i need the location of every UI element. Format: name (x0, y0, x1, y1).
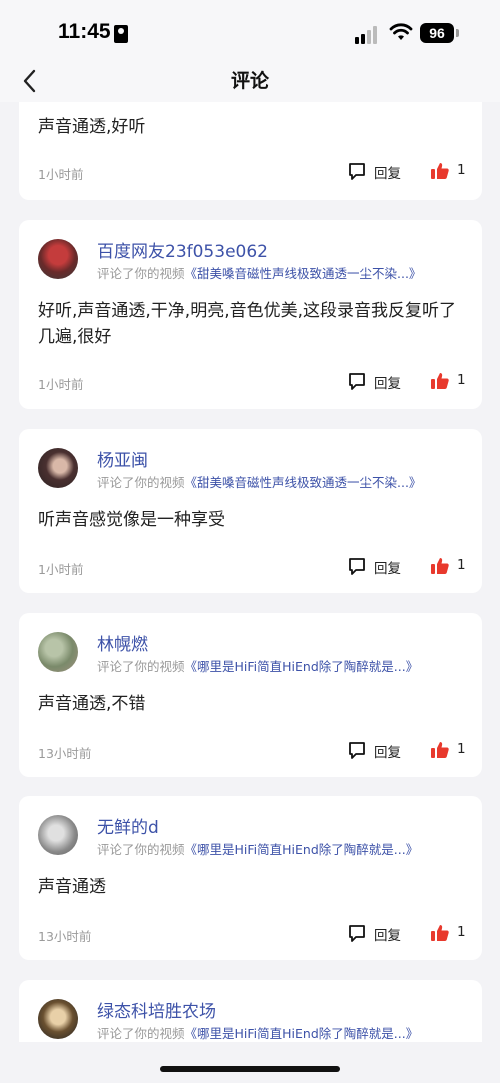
username[interactable]: 林幌燃 (97, 630, 148, 655)
comment-bubble-icon (349, 925, 365, 942)
comment-time: 1小时前 (38, 562, 84, 577)
comment-text: 声音通透,好听 (38, 117, 146, 137)
action-text: 评论了你的视频 (97, 659, 185, 674)
home-indicator[interactable] (160, 1066, 340, 1072)
contact-card-icon (114, 25, 128, 43)
battery-level: 96 (420, 23, 454, 43)
comment-card: 百度网友23f053e062 评论了你的视频《甜美嗓音磁性声线极致通透一尘不染.… (19, 220, 482, 409)
cellular-signal-icon (355, 26, 381, 44)
comment-card: 绿态科培胜农场 评论了你的视频《哪里是HiFi简直HiEnd除了陶醉就是...》 (19, 980, 482, 1042)
avatar[interactable] (38, 632, 78, 672)
reply-label: 回复 (374, 561, 401, 577)
video-link[interactable]: 《甜美嗓音磁性声线极致通透一尘不染...》 (185, 475, 422, 490)
page-title: 评论 (230, 70, 269, 92)
comment-bubble-icon (349, 163, 365, 180)
comment-time: 13小时前 (38, 746, 92, 761)
video-link[interactable]: 《哪里是HiFi简直HiEnd除了陶醉就是...》 (185, 659, 419, 674)
username[interactable]: 杨亚闽 (97, 446, 148, 471)
comment-bubble-icon (349, 373, 365, 390)
comment-context: 评论了你的视频《哪里是HiFi简直HiEnd除了陶醉就是...》 (97, 1023, 418, 1042)
comment-card: 声音通透,好听 1小时前 回复 1 (19, 102, 482, 200)
thumbs-up-icon (431, 925, 449, 941)
comment-bubble-icon (349, 742, 365, 759)
video-link[interactable]: 《甜美嗓音磁性声线极致通透一尘不染...》 (185, 266, 422, 281)
like-count: 1 (457, 741, 466, 757)
action-text: 评论了你的视频 (97, 266, 185, 281)
comment-time: 1小时前 (38, 167, 84, 182)
status-time: 11:45 (58, 20, 111, 43)
comment-card: 无鲜的d 评论了你的视频《哪里是HiFi简直HiEnd除了陶醉就是...》 声音… (19, 796, 482, 960)
reply-label: 回复 (374, 745, 401, 761)
comment-context: 评论了你的视频《甜美嗓音磁性声线极致通透一尘不染...》 (97, 263, 421, 282)
comment-context: 评论了你的视频《哪里是HiFi简直HiEnd除了陶醉就是...》 (97, 656, 418, 675)
username[interactable]: 绿态科培胜农场 (97, 997, 216, 1022)
username[interactable]: 无鲜的d (97, 813, 159, 838)
username[interactable]: 百度网友23f053e062 (97, 237, 268, 262)
comment-time: 1小时前 (38, 377, 84, 392)
thumbs-up-icon (431, 163, 449, 179)
status-bar: 11:45 96 (0, 0, 500, 62)
avatar[interactable] (38, 239, 78, 279)
reply-label: 回复 (374, 166, 401, 182)
video-link[interactable]: 《哪里是HiFi简直HiEnd除了陶醉就是...》 (185, 842, 419, 857)
action-text: 评论了你的视频 (97, 475, 185, 490)
comment-text: 好听,声音通透,干净,明亮,音色优美,这段录音我反复听了几遍,很好 (38, 301, 457, 347)
comment-text: 声音通透 (38, 877, 106, 897)
comment-bubble-icon (349, 558, 365, 575)
action-text: 评论了你的视频 (97, 1026, 185, 1041)
wifi-icon (389, 23, 413, 40)
battery-cap-icon (456, 29, 459, 37)
like-count: 1 (457, 372, 466, 388)
reply-label: 回复 (374, 376, 401, 392)
thumbs-up-icon (431, 742, 449, 758)
action-text: 评论了你的视频 (97, 842, 185, 857)
comment-card: 杨亚闽 评论了你的视频《甜美嗓音磁性声线极致通透一尘不染...》 听声音感觉像是… (19, 429, 482, 593)
comment-text: 听声音感觉像是一种享受 (38, 510, 225, 530)
comment-text: 声音通透,不错 (38, 694, 146, 714)
comment-card: 林幌燃 评论了你的视频《哪里是HiFi简直HiEnd除了陶醉就是...》 声音通… (19, 613, 482, 777)
like-count: 1 (457, 162, 466, 178)
video-link[interactable]: 《哪里是HiFi简直HiEnd除了陶醉就是...》 (185, 1026, 419, 1041)
comment-context: 评论了你的视频《哪里是HiFi简直HiEnd除了陶醉就是...》 (97, 839, 418, 858)
avatar[interactable] (38, 815, 78, 855)
thumbs-up-icon (431, 373, 449, 389)
thumbs-up-icon (431, 558, 449, 574)
avatar[interactable] (38, 999, 78, 1039)
avatar[interactable] (38, 448, 78, 488)
comment-time: 13小时前 (38, 929, 92, 944)
nav-bar: 评论 (0, 62, 500, 102)
reply-label: 回复 (374, 928, 401, 944)
comment-list[interactable]: 声音通透,好听 1小时前 回复 1 百度网友23f053e062 评论了你的视频… (0, 102, 500, 1042)
like-count: 1 (457, 924, 466, 940)
like-count: 1 (457, 557, 466, 573)
comment-context: 评论了你的视频《甜美嗓音磁性声线极致通透一尘不染...》 (97, 472, 421, 491)
